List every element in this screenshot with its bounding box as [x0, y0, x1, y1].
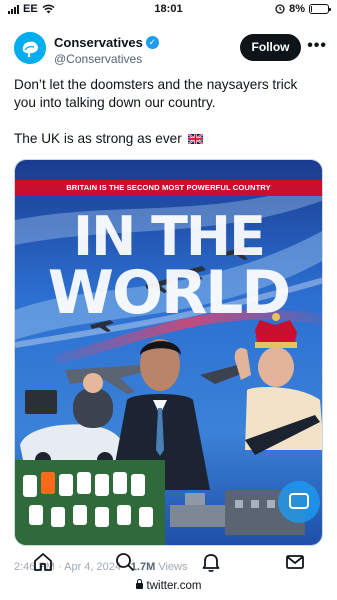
- status-right: 8%: [275, 3, 331, 15]
- tweet-text-line-1: Don’t let the doomsters and the naysayer…: [14, 77, 298, 110]
- tweet-text-line-2: The UK is as strong as ever: [14, 131, 182, 146]
- author-display-name-row[interactable]: Conservatives ✓: [54, 35, 159, 50]
- conservatives-tree-logo: [14, 32, 46, 64]
- more-icon[interactable]: •••: [307, 37, 327, 55]
- messages-icon[interactable]: [283, 550, 307, 574]
- media-headline-2: WORLD: [47, 258, 291, 328]
- battery-percent: 8%: [289, 3, 305, 15]
- browser-url: twitter.com: [146, 580, 202, 592]
- tweet-header: Conservatives ✓ @Conservatives Follow ••…: [14, 32, 327, 70]
- bottom-nav: [0, 550, 337, 574]
- tweet-text-line-2-wrap: The UK is as strong as ever: [14, 130, 323, 148]
- follow-button[interactable]: Follow: [240, 34, 301, 61]
- tweet-media-image[interactable]: BRITAIN IS THE SECOND MOST POWERFUL COUN…: [14, 159, 323, 546]
- status-bar: EE 18:01 8%: [0, 0, 337, 20]
- author-names: Conservatives ✓ @Conservatives: [54, 35, 159, 66]
- author-display-name: Conservatives: [54, 35, 143, 50]
- tweet-text: Don’t let the doomsters and the naysayer…: [14, 76, 323, 166]
- notifications-icon[interactable]: [199, 550, 223, 574]
- alarm-icon: [275, 4, 285, 14]
- battery-icon: [309, 4, 331, 14]
- avatar[interactable]: [14, 32, 46, 64]
- author-handle[interactable]: @Conservatives: [54, 52, 159, 66]
- media-banner: BRITAIN IS THE SECOND MOST POWERFUL COUN…: [15, 180, 322, 196]
- battery-fill: [311, 6, 313, 12]
- search-icon[interactable]: [113, 550, 137, 574]
- lock-icon: [135, 579, 143, 589]
- verified-icon: ✓: [145, 36, 159, 49]
- browser-url-bar[interactable]: twitter.com: [0, 579, 337, 600]
- union-jack-icon: [187, 134, 203, 144]
- home-icon[interactable]: [31, 550, 55, 574]
